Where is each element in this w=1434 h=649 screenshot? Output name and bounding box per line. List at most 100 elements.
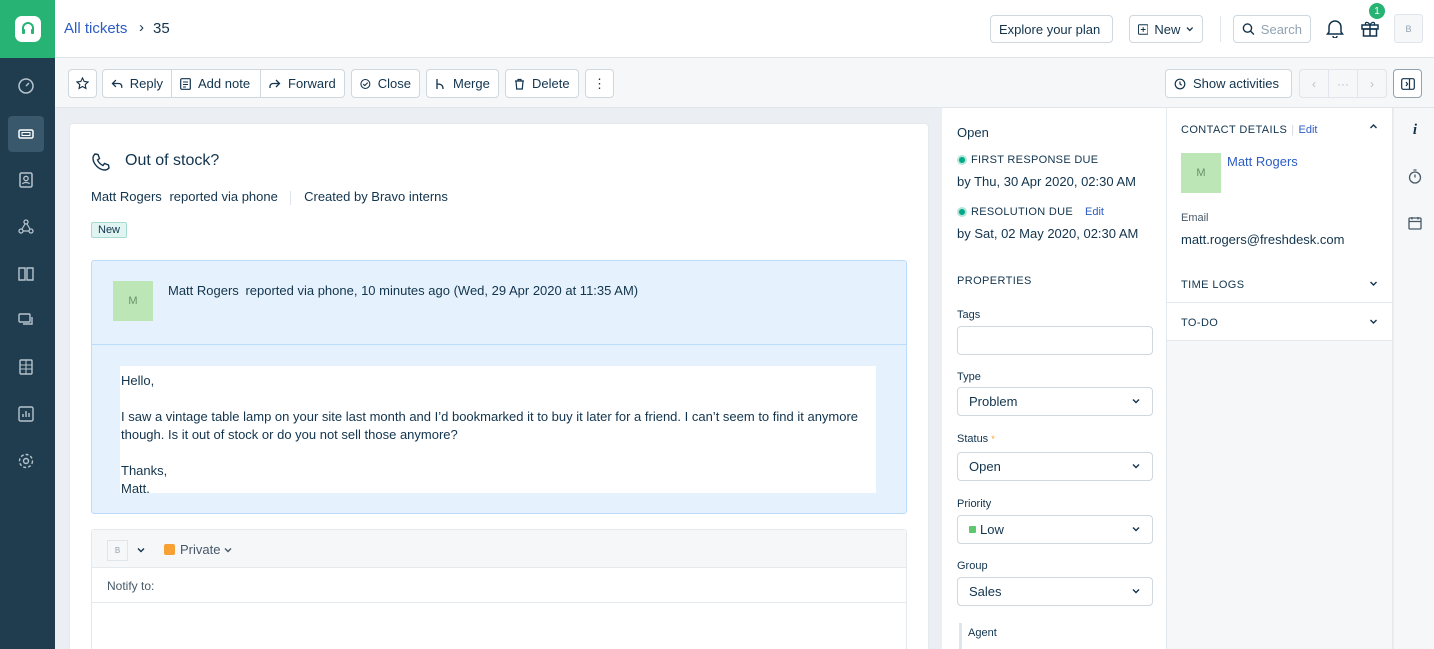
status-value: Open <box>969 459 1001 474</box>
new-button[interactable]: New <box>1129 15 1203 43</box>
calendar-icon[interactable] <box>1407 215 1423 231</box>
reply-button[interactable]: Reply <box>102 69 172 98</box>
priority-label: Priority <box>957 498 992 510</box>
right-rail: i <box>1394 108 1434 649</box>
forward-arrow-icon <box>269 79 281 88</box>
gift-count-badge: 1 <box>1369 3 1385 19</box>
resolution-edit-link[interactable]: Edit <box>1085 206 1104 218</box>
contact-name-link[interactable]: Matt Rogers <box>1227 154 1298 169</box>
conversation-message: M Matt Rogers reported via phone, 10 min… <box>91 260 907 514</box>
phone-channel-icon[interactable] <box>8 349 44 385</box>
next-ticket-button[interactable]: › <box>1358 70 1386 97</box>
more-actions-button[interactable]: ⋮ <box>585 69 614 98</box>
sla-status-icon <box>957 207 967 217</box>
user-avatar[interactable]: B <box>1394 14 1423 43</box>
title-separator: | <box>1291 124 1295 136</box>
tags-label: Tags <box>957 309 981 321</box>
status-select[interactable]: Open <box>957 452 1153 481</box>
message-signoff: Thanks, <box>121 463 168 478</box>
properties-panel: Open FIRST RESPONSE DUE by Thu, 30 Apr 2… <box>942 108 1167 649</box>
visibility-label: Private <box>180 542 221 557</box>
dashboard-icon[interactable] <box>8 68 44 104</box>
type-select[interactable]: Problem <box>957 387 1153 416</box>
source-text: reported via phone <box>169 189 278 204</box>
explore-plan-button[interactable]: Explore your plan <box>990 15 1113 43</box>
ticket-status-heading: Open <box>957 125 989 140</box>
priority-value: Low <box>980 522 1004 537</box>
tickets-icon[interactable] <box>8 116 44 152</box>
tags-input[interactable] <box>957 326 1153 355</box>
search-icon <box>1242 23 1255 35</box>
time-logs-accordion[interactable]: TIME LOGS <box>1167 265 1392 303</box>
ticket-id: 35 <box>153 20 170 37</box>
pager-more[interactable]: ··· <box>1329 70 1358 97</box>
type-value: Problem <box>969 394 1018 409</box>
close-button[interactable]: Close <box>351 69 420 98</box>
add-note-label: Add note <box>198 76 251 91</box>
chevron-down-icon[interactable] <box>137 546 145 554</box>
new-button-label: New <box>1154 21 1181 37</box>
settings-gear-icon[interactable] <box>8 443 44 479</box>
previous-ticket-button[interactable]: ‹ <box>1300 70 1329 97</box>
timer-icon[interactable] <box>1407 168 1423 184</box>
meta-divider <box>290 190 292 205</box>
agent-field-indicator <box>959 623 962 649</box>
merge-button[interactable]: Merge <box>426 69 499 98</box>
message-greeting: Hello, <box>121 373 155 388</box>
add-note-button[interactable]: Add note <box>171 69 261 98</box>
first-response-due-label: FIRST RESPONSE DUE <box>957 154 1098 166</box>
priority-color-icon <box>969 526 976 533</box>
notify-to-label[interactable]: Notify to: <box>107 579 154 593</box>
priority-select[interactable]: Low <box>957 515 1153 544</box>
first-response-label-text: FIRST RESPONSE DUE <box>971 154 1099 166</box>
show-activities-button[interactable]: Show activities <box>1165 69 1292 98</box>
merge-label: Merge <box>453 76 490 91</box>
contact-panel: CONTACT DETAILS | Edit M Matt Rogers Email… <box>1167 108 1393 649</box>
trash-icon <box>515 78 524 90</box>
toggle-sidebar-button[interactable] <box>1393 69 1422 98</box>
required-marker: * <box>991 434 995 444</box>
group-select[interactable]: Sales <box>957 577 1153 606</box>
conversation-header: M Matt Rogers reported via phone, 10 min… <box>92 261 906 345</box>
requester-name[interactable]: Matt Rogers <box>91 189 162 204</box>
chevron-down-icon <box>1132 399 1140 404</box>
forums-icon[interactable] <box>8 302 44 338</box>
merge-icon <box>436 78 444 89</box>
gift-icon[interactable] <box>1360 18 1380 41</box>
notification-bell-icon[interactable] <box>1326 18 1344 41</box>
forward-label: Forward <box>288 76 336 91</box>
history-icon <box>1174 78 1186 89</box>
groups-icon[interactable] <box>8 209 44 245</box>
contacts-icon[interactable] <box>8 162 44 198</box>
type-label: Type <box>957 371 981 383</box>
visibility-dropdown[interactable]: Private <box>180 542 232 557</box>
chevron-down-icon <box>1370 281 1377 286</box>
knowledge-base-icon[interactable] <box>8 256 44 292</box>
first-response-due-value: by Thu, 30 Apr 2020, 02:30 AM <box>957 174 1136 189</box>
search-input[interactable]: Search <box>1233 15 1311 43</box>
todo-accordion[interactable]: TO-DO <box>1167 303 1392 341</box>
info-icon[interactable]: i <box>1407 122 1423 138</box>
chevron-up-icon[interactable] <box>1369 122 1378 131</box>
delete-label: Delete <box>532 76 570 91</box>
agent-avatar[interactable]: B <box>107 540 128 561</box>
star-button[interactable] <box>68 69 97 98</box>
plus-box-icon <box>1138 23 1149 35</box>
close-label: Close <box>377 76 411 91</box>
status-label-text: Status <box>957 433 989 445</box>
resolution-due-label: RESOLUTION DUE Edit <box>957 206 1104 218</box>
star-icon <box>76 77 89 90</box>
contact-edit-link[interactable]: Edit <box>1299 124 1318 136</box>
forward-button[interactable]: Forward <box>260 69 345 98</box>
conversation-author[interactable]: Matt Rogers <box>168 283 239 298</box>
delete-button[interactable]: Delete <box>505 69 579 98</box>
breadcrumb-separator: › <box>139 19 144 36</box>
reports-icon[interactable] <box>8 396 44 432</box>
ticket-detail-card: Out of stock? Matt Rogers reported via p… <box>69 123 929 649</box>
contact-details-title-text: CONTACT DETAILS <box>1181 124 1288 136</box>
show-activities-label: Show activities <box>1193 76 1279 91</box>
freshdesk-logo[interactable] <box>0 0 55 58</box>
ticket-subject: Out of stock? <box>125 152 220 169</box>
group-label: Group <box>957 560 988 572</box>
breadcrumb-all-tickets[interactable]: All tickets <box>64 20 127 37</box>
